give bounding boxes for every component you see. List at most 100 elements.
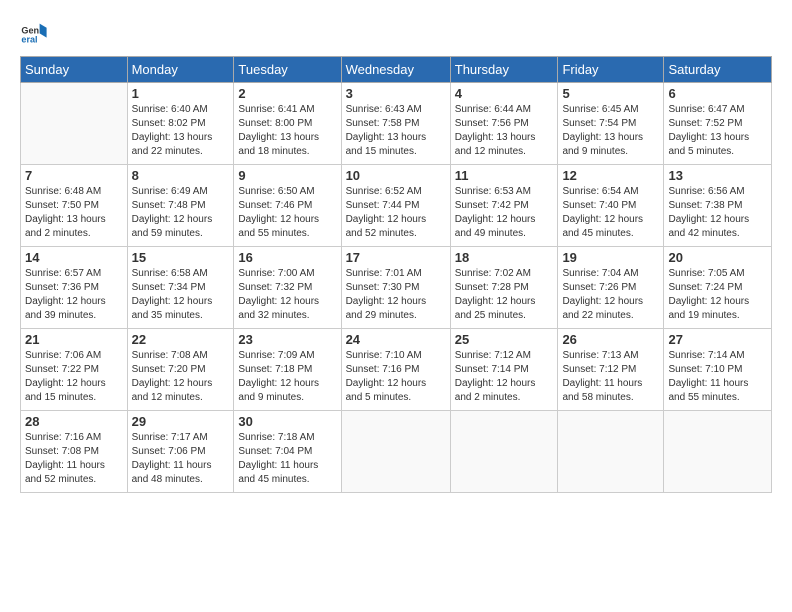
- calendar-cell: 4 Sunrise: 6:44 AM Sunset: 7:56 PM Daylig…: [450, 83, 558, 165]
- day-info: Sunrise: 6:41 AM Sunset: 8:00 PM Dayligh…: [238, 103, 336, 159]
- calendar-cell: 11 Sunrise: 6:53 AM Sunset: 7:42 PM Dayli…: [450, 165, 558, 247]
- day-number: 8: [132, 168, 230, 183]
- day-number: 26: [562, 332, 659, 347]
- calendar-cell: 30Sunrise: 7:18 AM Sunset: 7:04 PM Dayli…: [234, 411, 341, 493]
- calendar-cell: 24 Sunrise: 7:10 AM Sunset: 7:16 PM Dayli…: [341, 329, 450, 411]
- day-info: Sunrise: 7:00 AM Sunset: 7:32 PM Dayligh…: [238, 267, 336, 323]
- logo-icon: Gen eral: [20, 18, 48, 46]
- day-info: Sunrise: 6:54 AM Sunset: 7:40 PM Dayligh…: [562, 185, 659, 241]
- weekday-header: Wednesday: [341, 57, 450, 83]
- calendar-cell: 29Sunrise: 7:17 AM Sunset: 7:06 PM Dayli…: [127, 411, 234, 493]
- day-info: Sunrise: 7:16 AM Sunset: 7:08 PM Dayligh…: [25, 431, 123, 487]
- day-number: 18: [455, 250, 554, 265]
- calendar-cell: 13 Sunrise: 6:56 AM Sunset: 7:38 PM Dayli…: [664, 165, 772, 247]
- day-info: Sunrise: 7:08 AM Sunset: 7:20 PM Dayligh…: [132, 349, 230, 405]
- day-number: 20: [668, 250, 767, 265]
- day-number: 22: [132, 332, 230, 347]
- day-number: 3: [346, 86, 446, 101]
- calendar-cell: 1 Sunrise: 6:40 AM Sunset: 8:02 PM Daylig…: [127, 83, 234, 165]
- day-info: Sunrise: 7:14 AM Sunset: 7:10 PM Dayligh…: [668, 349, 767, 405]
- calendar-cell: 9 Sunrise: 6:50 AM Sunset: 7:46 PM Daylig…: [234, 165, 341, 247]
- calendar-cell: 23 Sunrise: 7:09 AM Sunset: 7:18 PM Dayli…: [234, 329, 341, 411]
- calendar-cell: 14 Sunrise: 6:57 AM Sunset: 7:36 PM Dayli…: [21, 247, 128, 329]
- calendar-cell: 17Sunrise: 7:01 AM Sunset: 7:30 PM Dayli…: [341, 247, 450, 329]
- calendar-cell: 25 Sunrise: 7:12 AM Sunset: 7:14 PM Dayli…: [450, 329, 558, 411]
- day-info: Sunrise: 6:47 AM Sunset: 7:52 PM Dayligh…: [668, 103, 767, 159]
- calendar-cell: 19 Sunrise: 7:04 AM Sunset: 7:26 PM Dayli…: [558, 247, 664, 329]
- day-info: Sunrise: 7:10 AM Sunset: 7:16 PM Dayligh…: [346, 349, 446, 405]
- day-info: Sunrise: 7:02 AM Sunset: 7:28 PM Dayligh…: [455, 267, 554, 323]
- calendar-cell: 26 Sunrise: 7:13 AM Sunset: 7:12 PM Dayli…: [558, 329, 664, 411]
- day-number: 11: [455, 168, 554, 183]
- calendar-cell: 5 Sunrise: 6:45 AM Sunset: 7:54 PM Daylig…: [558, 83, 664, 165]
- day-info: Sunrise: 7:04 AM Sunset: 7:26 PM Dayligh…: [562, 267, 659, 323]
- calendar-cell: 27 Sunrise: 7:14 AM Sunset: 7:10 PM Dayli…: [664, 329, 772, 411]
- weekday-header: Thursday: [450, 57, 558, 83]
- day-info: Sunrise: 6:56 AM Sunset: 7:38 PM Dayligh…: [668, 185, 767, 241]
- day-info: Sunrise: 7:12 AM Sunset: 7:14 PM Dayligh…: [455, 349, 554, 405]
- calendar-week-row: 21 Sunrise: 7:06 AM Sunset: 7:22 PM Dayli…: [21, 329, 772, 411]
- weekday-header: Tuesday: [234, 57, 341, 83]
- day-info: Sunrise: 6:57 AM Sunset: 7:36 PM Dayligh…: [25, 267, 123, 323]
- day-info: Sunrise: 6:44 AM Sunset: 7:56 PM Dayligh…: [455, 103, 554, 159]
- svg-text:eral: eral: [21, 35, 37, 45]
- calendar-cell: 20 Sunrise: 7:05 AM Sunset: 7:24 PM Dayli…: [664, 247, 772, 329]
- day-number: 25: [455, 332, 554, 347]
- day-info: Sunrise: 7:13 AM Sunset: 7:12 PM Dayligh…: [562, 349, 659, 405]
- calendar-cell: 10Sunrise: 6:52 AM Sunset: 7:44 PM Dayli…: [341, 165, 450, 247]
- calendar-cell: 15Sunrise: 6:58 AM Sunset: 7:34 PM Dayli…: [127, 247, 234, 329]
- calendar-cell: 8 Sunrise: 6:49 AM Sunset: 7:48 PM Daylig…: [127, 165, 234, 247]
- day-number: 14: [25, 250, 123, 265]
- day-number: 16: [238, 250, 336, 265]
- calendar-cell: [558, 411, 664, 493]
- calendar-cell: [664, 411, 772, 493]
- day-number: 30: [238, 414, 336, 429]
- calendar-table: SundayMondayTuesdayWednesdayThursdayFrid…: [20, 56, 772, 493]
- calendar-cell: 22 Sunrise: 7:08 AM Sunset: 7:20 PM Dayli…: [127, 329, 234, 411]
- day-number: 29: [132, 414, 230, 429]
- day-number: 23: [238, 332, 336, 347]
- calendar-cell: 18 Sunrise: 7:02 AM Sunset: 7:28 PM Dayli…: [450, 247, 558, 329]
- day-info: Sunrise: 7:09 AM Sunset: 7:18 PM Dayligh…: [238, 349, 336, 405]
- day-info: Sunrise: 6:40 AM Sunset: 8:02 PM Dayligh…: [132, 103, 230, 159]
- weekday-header: Sunday: [21, 57, 128, 83]
- day-number: 4: [455, 86, 554, 101]
- day-number: 15: [132, 250, 230, 265]
- weekday-header: Monday: [127, 57, 234, 83]
- day-info: Sunrise: 7:05 AM Sunset: 7:24 PM Dayligh…: [668, 267, 767, 323]
- day-info: Sunrise: 6:52 AM Sunset: 7:44 PM Dayligh…: [346, 185, 446, 241]
- calendar-cell: [450, 411, 558, 493]
- calendar-cell: 28 Sunrise: 7:16 AM Sunset: 7:08 PM Dayli…: [21, 411, 128, 493]
- calendar-cell: [341, 411, 450, 493]
- day-info: Sunrise: 6:45 AM Sunset: 7:54 PM Dayligh…: [562, 103, 659, 159]
- calendar-week-row: 14 Sunrise: 6:57 AM Sunset: 7:36 PM Dayli…: [21, 247, 772, 329]
- day-number: 28: [25, 414, 123, 429]
- calendar-cell: [21, 83, 128, 165]
- day-number: 9: [238, 168, 336, 183]
- calendar-cell: 21 Sunrise: 7:06 AM Sunset: 7:22 PM Dayli…: [21, 329, 128, 411]
- day-number: 2: [238, 86, 336, 101]
- day-info: Sunrise: 6:53 AM Sunset: 7:42 PM Dayligh…: [455, 185, 554, 241]
- day-info: Sunrise: 6:48 AM Sunset: 7:50 PM Dayligh…: [25, 185, 123, 241]
- day-number: 1: [132, 86, 230, 101]
- day-number: 21: [25, 332, 123, 347]
- day-number: 7: [25, 168, 123, 183]
- weekday-header-row: SundayMondayTuesdayWednesdayThursdayFrid…: [21, 57, 772, 83]
- day-number: 13: [668, 168, 767, 183]
- day-info: Sunrise: 6:50 AM Sunset: 7:46 PM Dayligh…: [238, 185, 336, 241]
- calendar-cell: 7 Sunrise: 6:48 AM Sunset: 7:50 PM Daylig…: [21, 165, 128, 247]
- weekday-header: Friday: [558, 57, 664, 83]
- day-number: 19: [562, 250, 659, 265]
- calendar-cell: 2 Sunrise: 6:41 AM Sunset: 8:00 PM Daylig…: [234, 83, 341, 165]
- day-number: 5: [562, 86, 659, 101]
- day-info: Sunrise: 6:49 AM Sunset: 7:48 PM Dayligh…: [132, 185, 230, 241]
- day-number: 27: [668, 332, 767, 347]
- calendar-cell: 12Sunrise: 6:54 AM Sunset: 7:40 PM Dayli…: [558, 165, 664, 247]
- day-number: 6: [668, 86, 767, 101]
- day-info: Sunrise: 7:01 AM Sunset: 7:30 PM Dayligh…: [346, 267, 446, 323]
- calendar-cell: 3Sunrise: 6:43 AM Sunset: 7:58 PM Daylig…: [341, 83, 450, 165]
- day-info: Sunrise: 7:06 AM Sunset: 7:22 PM Dayligh…: [25, 349, 123, 405]
- weekday-header: Saturday: [664, 57, 772, 83]
- calendar-week-row: 28 Sunrise: 7:16 AM Sunset: 7:08 PM Dayli…: [21, 411, 772, 493]
- day-number: 24: [346, 332, 446, 347]
